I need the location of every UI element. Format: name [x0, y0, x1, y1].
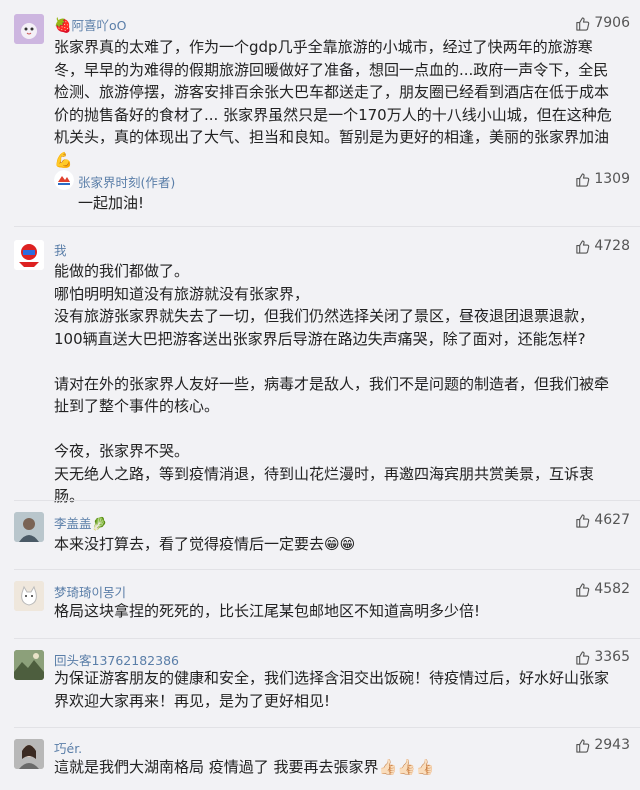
paragraph: 能做的我们都做了。: [54, 262, 190, 280]
comment: 我 4728 能做的我们都做了。 哪怕明明知道没有旅游就没有张家界， 没有旅游张…: [0, 232, 640, 505]
reply-author-name[interactable]: 张家界时刻(作者): [78, 172, 175, 191]
thumbs-up-icon: [575, 513, 590, 528]
muscle-emoji: 💪: [54, 150, 73, 169]
username[interactable]: 我: [54, 240, 67, 259]
thumbs-up-icon: [575, 650, 590, 665]
thumbs-up-icon: [575, 172, 590, 187]
comment: 巧ér. 2943 這就是我們大湖南格局 疫情過了 我要再去張家界👍🏻👍🏻👍🏻: [0, 733, 640, 790]
username[interactable]: 巧ér.: [54, 738, 82, 757]
reply-like-button[interactable]: 1309: [575, 171, 630, 187]
divider: [14, 569, 640, 570]
like-button[interactable]: 4728: [575, 238, 630, 254]
username[interactable]: 李盖盖🥬: [54, 513, 107, 532]
like-button[interactable]: 7906: [575, 15, 630, 31]
person-avatar-icon[interactable]: [14, 512, 44, 542]
comment-text: 格局这块拿捏的死死的，比长江尾某包邮地区不知道高明多少倍!: [54, 602, 481, 620]
strawberry-icon: 🍓: [54, 18, 72, 34]
cat-avatar-icon[interactable]: [14, 581, 44, 611]
paragraph: 请对在外的张家界人友好一些，病毒才是敌人，我们不是问题的制造者，但我们被牵扯到了…: [54, 374, 610, 416]
thumbs-up-icon: [575, 738, 590, 753]
like-count: 3365: [594, 649, 630, 665]
cabbage-icon: 🥬: [91, 516, 108, 531]
like-count: 4582: [594, 581, 630, 597]
comment-text: 为保证游客朋友的健康和安全，我们选择含泪交出饭碗！待疫情过后，好水好山张家界欢迎…: [54, 669, 610, 710]
comment-text: 能做的我们都做了。 哪怕明明知道没有旅游就没有张家界， 没有旅游张家界就失去了一…: [54, 260, 616, 508]
thumbs-up-icon: [575, 582, 590, 597]
reply-text: 一起加油!: [78, 194, 145, 212]
thumbs-up-icon: [575, 239, 590, 254]
author-avatar-icon[interactable]: [54, 170, 74, 190]
robot-avatar-icon[interactable]: [14, 240, 44, 270]
like-count: 2943: [594, 737, 630, 753]
girl-avatar-icon[interactable]: [14, 739, 44, 769]
grin-emoji: 😁😁: [324, 535, 356, 553]
divider: [14, 226, 640, 227]
divider: [14, 727, 640, 728]
like-count: 4728: [594, 238, 630, 254]
divider: [14, 500, 640, 501]
comment: 🍓阿喜吖oO 7906 张家界真的太难了，作为一个gdp几乎全靠旅游的小城市，经…: [0, 0, 640, 222]
comment: 回头客13762182386 3365 为保证游客朋友的健康和安全，我们选择含泪…: [0, 644, 640, 724]
username[interactable]: 🍓阿喜吖oO: [54, 15, 126, 34]
thumbs-up-icon: [575, 16, 590, 31]
like-button[interactable]: 2943: [575, 737, 630, 753]
thumbs-up-emoji: 👍🏻👍🏻👍🏻: [378, 758, 435, 776]
paragraph: 哪怕明明知道没有旅游就没有张家界，: [54, 284, 310, 303]
divider: [14, 638, 640, 639]
scenery-avatar-icon[interactable]: [14, 650, 44, 680]
like-button[interactable]: 4582: [575, 581, 630, 597]
like-count: 4627: [594, 512, 630, 528]
like-button[interactable]: 3365: [575, 649, 630, 665]
comment-text: 本来没打算去，看了觉得疫情后一定要去😁😁: [54, 535, 356, 553]
like-button[interactable]: 4627: [575, 512, 630, 528]
reply-like-count: 1309: [594, 171, 630, 187]
paragraph: 没有旅游张家界就失去了一切，但我们仍然选择关闭了景区，昼夜退团退票退款，100辆…: [54, 307, 595, 348]
bird-avatar-icon[interactable]: [14, 14, 44, 44]
comment-text: 张家界真的太难了，作为一个gdp几乎全靠旅游的小城市，经过了快两年的旅游寒冬，早…: [54, 38, 612, 169]
comment: 梦琦琦이몽기 4582 格局这块拿捏的死死的，比长江尾某包邮地区不知道高明多少倍…: [0, 575, 640, 635]
username[interactable]: 梦琦琦이몽기: [54, 582, 126, 601]
comment-text: 這就是我們大湖南格局 疫情過了 我要再去張家界👍🏻👍🏻👍🏻: [54, 758, 435, 776]
comment: 李盖盖🥬 4627 本来没打算去，看了觉得疫情后一定要去😁😁: [0, 506, 640, 566]
paragraph: 今夜，张家界不哭。: [54, 442, 190, 460]
like-count: 7906: [594, 15, 630, 31]
